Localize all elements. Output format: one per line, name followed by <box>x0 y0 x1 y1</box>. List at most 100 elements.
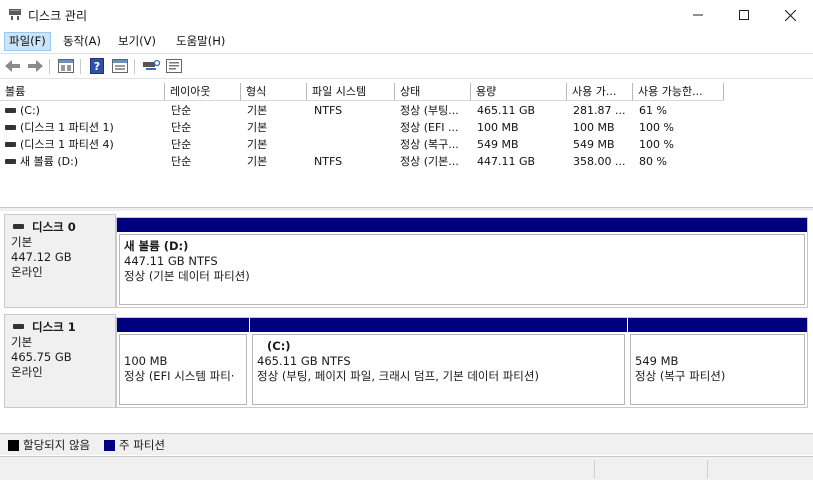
free-space-cell: 100 MB <box>573 121 615 134</box>
primary-partition-bar <box>117 218 807 232</box>
properties-button[interactable] <box>57 58 75 74</box>
toolbar: ? <box>0 53 813 79</box>
disk-name: 디스크 1 <box>32 320 76 334</box>
close-button[interactable] <box>767 0 813 30</box>
maximize-icon <box>739 10 749 20</box>
volume-row[interactable]: 새 볼륨 (D:) 단순 기본 NTFS 정상 (기본... 447.11 GB… <box>0 153 813 170</box>
percent-free-cell: 80 % <box>639 155 667 168</box>
minimize-button[interactable] <box>675 0 721 30</box>
maximize-button[interactable] <box>721 0 767 30</box>
layout-cell: 단순 <box>171 121 192 134</box>
volume-icon <box>5 158 16 164</box>
volume-name: (디스크 1 파티션 4) <box>20 138 114 151</box>
volume-row[interactable]: (C:) 단순 기본 NTFS 정상 (부팅... 465.11 GB 281.… <box>0 102 813 119</box>
minimize-icon <box>693 14 703 16</box>
partition-state: 정상 (EFI 시스템 파티· <box>124 369 235 383</box>
volume-list-button[interactable] <box>111 58 129 74</box>
volume-icon <box>5 141 16 147</box>
forward-button[interactable] <box>26 58 44 74</box>
help-icon: ? <box>90 58 104 74</box>
type-cell: 기본 <box>247 121 268 134</box>
partition-size: 465.11 GB NTFS <box>257 354 351 368</box>
column-header-layout[interactable]: 레이아웃 <box>165 83 241 101</box>
svg-text:?: ? <box>94 60 100 73</box>
menu-bar: 파일(F) 동작(A) 보기(V) 도움말(H) <box>0 30 813 52</box>
refresh-icon <box>166 59 182 73</box>
primary-partition-bar <box>117 318 249 332</box>
type-cell: 기본 <box>247 155 268 168</box>
legend: 할당되지 않음 주 파티션 <box>0 433 813 455</box>
legend-primary-partition: 주 파티션 <box>119 438 165 452</box>
disk-management-app-icon <box>9 9 21 20</box>
help-button[interactable]: ? <box>88 58 106 74</box>
partition-name <box>124 339 242 354</box>
partition-size: 549 MB <box>635 354 679 368</box>
column-header-status[interactable]: 상태 <box>395 83 471 101</box>
file-system-cell <box>314 136 394 153</box>
disk-status: 온라인 <box>11 265 43 279</box>
file-system-cell: NTFS <box>314 155 343 168</box>
layout-cell: 단순 <box>171 104 192 117</box>
rescan-button[interactable] <box>142 58 160 74</box>
primary-partition-swatch <box>104 440 115 451</box>
volume-row[interactable]: (디스크 1 파티션 4) 단순 기본 정상 (복구... 549 MB 549… <box>0 136 813 153</box>
disk-1-label[interactable]: 디스크 1 기본 465.75 GB 온라인 <box>4 314 116 408</box>
refresh-button[interactable] <box>165 58 183 74</box>
free-space-cell: 358.00 ... <box>573 155 626 168</box>
forward-icon <box>28 60 43 72</box>
percent-free-cell: 100 % <box>639 121 674 134</box>
status-divider <box>594 460 595 478</box>
percent-free-cell: 100 % <box>639 138 674 151</box>
capacity-cell: 465.11 GB <box>477 104 536 117</box>
file-system-cell: NTFS <box>314 104 343 117</box>
capacity-cell: 100 MB <box>477 121 519 134</box>
column-header-type[interactable]: 형식 <box>241 83 307 101</box>
properties-icon <box>58 59 74 73</box>
partition-state: 정상 (복구 파티션) <box>635 369 726 383</box>
status-cell: 정상 (기본... <box>400 155 459 168</box>
column-header-capacity[interactable]: 용량 <box>471 83 567 101</box>
status-cell: 정상 (부팅... <box>400 104 459 117</box>
volume-list: 볼륨 레이아웃 형식 파일 시스템 상태 용량 사용 가... 사용 가능한..… <box>0 81 813 207</box>
disk-type: 기본 <box>11 335 33 349</box>
partition-d[interactable]: 새 볼륨 (D:) 447.11 GB NTFS 정상 (기본 데이터 파티션) <box>117 218 807 307</box>
column-header-file-system[interactable]: 파일 시스템 <box>307 83 395 101</box>
type-cell: 기본 <box>247 104 268 117</box>
layout-cell: 단순 <box>171 155 192 168</box>
disk-name: 디스크 0 <box>32 220 76 234</box>
legend-unallocated: 할당되지 않음 <box>23 438 91 452</box>
volume-name: (디스크 1 파티션 1) <box>20 121 114 134</box>
partition-efi[interactable]: 100 MB 정상 (EFI 시스템 파티· <box>117 318 249 407</box>
partition-state: 정상 (기본 데이터 파티션) <box>124 269 250 283</box>
partition-recovery[interactable]: 549 MB 정상 (복구 파티션) <box>628 318 807 407</box>
free-space-cell: 281.87 ... <box>573 104 626 117</box>
partition-c[interactable]: (C:) 465.11 GB NTFS 정상 (부팅, 페이지 파일, 크래시 … <box>250 318 627 407</box>
partition-state: 정상 (부팅, 페이지 파일, 크래시 덤프, 기본 데이터 파티션) <box>257 369 539 383</box>
disk-size: 465.75 GB <box>11 350 72 364</box>
volume-row[interactable]: (디스크 1 파티션 1) 단순 기본 정상 (EFI ... 100 MB 1… <box>0 119 813 136</box>
menu-help[interactable]: 도움말(H) <box>172 32 229 51</box>
menu-file[interactable]: 파일(F) <box>4 32 51 51</box>
disk-icon <box>13 224 24 229</box>
type-cell: 기본 <box>247 138 268 151</box>
volume-icon <box>5 124 16 130</box>
column-header-percent-free[interactable]: 사용 가능한... <box>633 83 724 101</box>
free-space-cell: 549 MB <box>573 138 615 151</box>
disk-graphical-view: 디스크 0 기본 447.12 GB 온라인 새 볼륨 (D:) 447.11 … <box>0 211 813 433</box>
status-bar <box>0 456 813 480</box>
primary-partition-bar <box>628 318 807 332</box>
file-system-cell <box>314 119 394 136</box>
disk-0-label[interactable]: 디스크 0 기본 447.12 GB 온라인 <box>4 214 116 308</box>
layout-cell: 단순 <box>171 138 192 151</box>
disk-size: 447.12 GB <box>11 250 72 264</box>
column-header-free-space[interactable]: 사용 가... <box>567 83 633 101</box>
column-header-volume[interactable]: 볼륨 <box>0 83 165 101</box>
menu-view[interactable]: 보기(V) <box>114 32 160 51</box>
disk-1-partitions: 100 MB 정상 (EFI 시스템 파티· (C:) 465.11 GB NT… <box>116 317 808 408</box>
menu-action[interactable]: 동작(A) <box>59 32 105 51</box>
volume-list-icon <box>112 59 128 73</box>
capacity-cell: 447.11 GB <box>477 155 536 168</box>
back-button[interactable] <box>4 58 22 74</box>
percent-free-cell: 61 % <box>639 104 667 117</box>
disk-type: 기본 <box>11 235 33 249</box>
